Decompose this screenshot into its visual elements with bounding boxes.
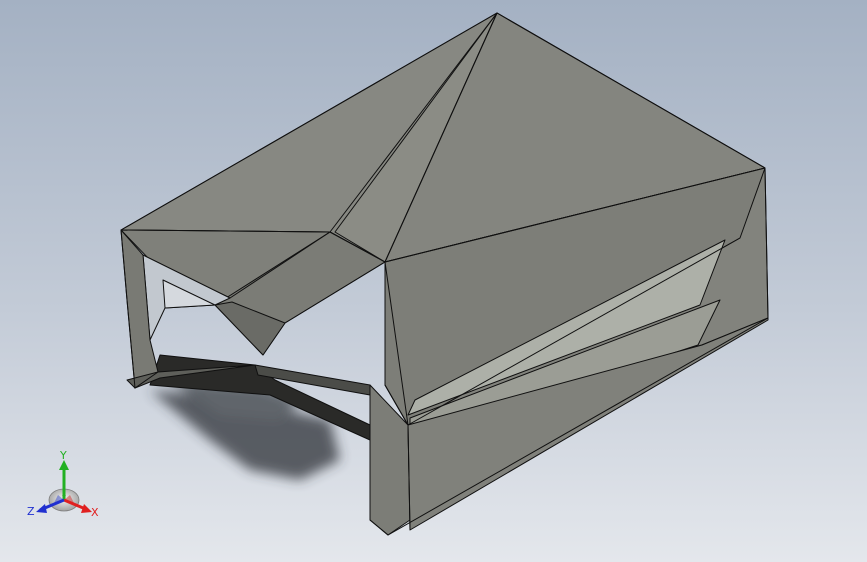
model-3d-view[interactable] [0,0,867,562]
triad-y-label: Y [59,449,67,462]
model-body[interactable] [120,12,769,536]
coordinate-triad[interactable]: Y X Z [26,448,104,520]
graphics-viewport[interactable]: Y X Z [0,0,867,562]
triad-z-label: Z [27,505,35,518]
triad-x-label: X [91,506,99,519]
model-shadow [150,380,340,480]
